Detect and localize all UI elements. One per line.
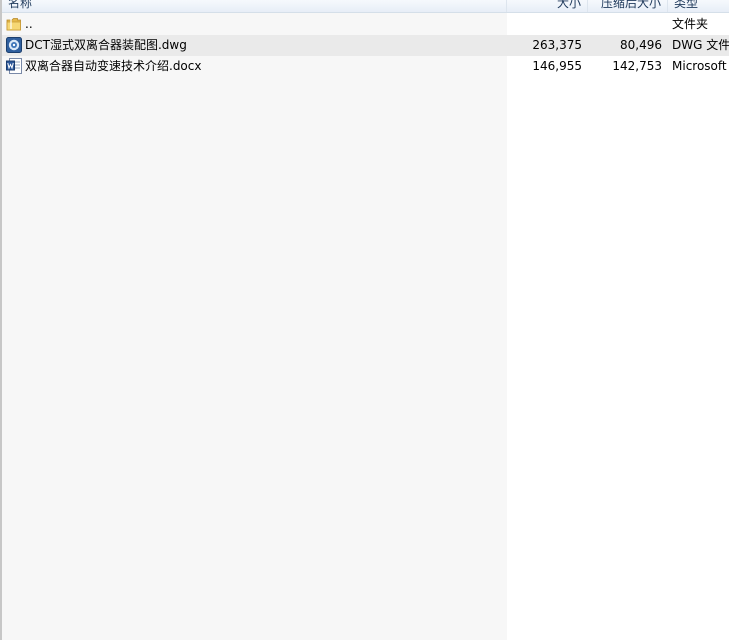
row-size: 146,955 (532, 59, 582, 73)
row-name-cell: 双离合器自动变速技术介绍.docx (6, 56, 504, 77)
row-type: 文件夹 (672, 17, 709, 31)
column-header: 名称 大小 压缩后大小 类型 (2, 0, 729, 13)
dwg-file-icon (6, 37, 22, 53)
row-name-cell: DCT湿式双离合器装配图.dwg (6, 35, 504, 56)
row-packed-size (588, 14, 662, 35)
row-name: .. (25, 17, 33, 31)
row-size (507, 14, 582, 35)
table-row[interactable]: 双离合器自动变速技术介绍.docx 146,955 142,753 Micros… (2, 56, 729, 77)
column-header-size[interactable]: 大小 (507, 0, 588, 12)
column-header-packed-size[interactable]: 压缩后大小 (588, 0, 668, 12)
row-name: 双离合器自动变速技术介绍.docx (25, 59, 202, 73)
row-type: DWG 文件 (672, 38, 729, 52)
column-header-name[interactable]: 名称 (2, 0, 507, 12)
table-row[interactable]: .. 文件夹 (2, 14, 729, 35)
row-name: DCT湿式双离合器装配图.dwg (25, 38, 187, 52)
row-packed-size: 80,496 (620, 38, 662, 52)
name-column-background (2, 12, 507, 640)
row-name-cell: .. (6, 14, 504, 35)
column-header-type[interactable]: 类型 (668, 0, 729, 12)
word-doc-icon (6, 58, 22, 74)
file-list: 名称 大小 压缩后大小 类型 .. 文件夹 DCT湿式双离合器装配图.dwg 2… (0, 0, 729, 640)
row-type: Microsoft Word (672, 59, 729, 73)
table-row[interactable]: DCT湿式双离合器装配图.dwg 263,375 80,496 DWG 文件 (2, 35, 729, 56)
row-size: 263,375 (532, 38, 582, 52)
row-packed-size: 142,753 (612, 59, 662, 73)
folder-icon (6, 18, 21, 31)
